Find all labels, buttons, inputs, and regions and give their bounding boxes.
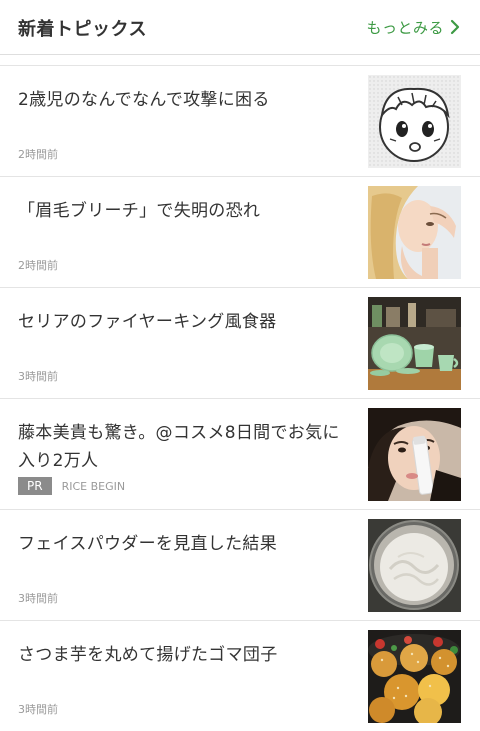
topic-meta: 2時間前 [18, 257, 58, 273]
topic-title: セリアのファイヤーキング風食器 [18, 312, 277, 332]
topic-meta: 3時間前 [18, 701, 58, 717]
topic-time: 2時間前 [18, 259, 58, 272]
topic-meta: PR RICE BEGIN [18, 477, 125, 495]
topic-title: さつま芋を丸めて揚げたゴマ団子 [18, 645, 278, 665]
topic-thumbnail-photo [368, 408, 461, 501]
topic-title: 藤本美貴も驚き。@コスメ8日間でお気に入り2万人 [18, 423, 340, 471]
sponsor-name: RICE BEGIN [61, 479, 126, 493]
topic-thumbnail-photo [368, 630, 461, 723]
topic-item[interactable]: フェイスパウダーを見直した結果 3時間前 [0, 509, 480, 620]
topic-thumbnail-photo [368, 519, 461, 612]
topic-item[interactable]: セリアのファイヤーキング風食器 3時間前 [0, 287, 480, 398]
topic-item[interactable]: さつま芋を丸めて揚げたゴマ団子 3時間前 [0, 620, 480, 731]
topic-meta: 3時間前 [18, 590, 58, 606]
topic-title: フェイスパウダーを見直した結果 [18, 534, 277, 554]
more-link-label: もっとみる [366, 18, 444, 37]
topic-item[interactable]: 「眉毛ブリーチ」で失明の恐れ 2時間前 [0, 176, 480, 287]
topic-thumbnail-illustration [368, 75, 461, 168]
topic-time: 3時間前 [18, 592, 58, 605]
topic-title: 2歳児のなんでなんで攻撃に困る [18, 90, 270, 110]
topic-thumbnail-photo [368, 186, 461, 279]
topic-time: 3時間前 [18, 370, 58, 383]
topic-item[interactable]: 2歳児のなんでなんで攻撃に困る 2時間前 [0, 65, 480, 176]
topic-thumbnail-photo [368, 297, 461, 390]
section-title: 新着トピックス [18, 19, 147, 40]
pr-badge: PR [18, 477, 52, 495]
more-link[interactable]: もっとみる [366, 14, 460, 40]
chevron-right-icon [450, 19, 460, 35]
section-header: 新着トピックス もっとみる [0, 0, 480, 55]
topic-meta: 2時間前 [18, 146, 58, 162]
topic-item-sponsored[interactable]: 藤本美貴も驚き。@コスメ8日間でお気に入り2万人 PR RICE BEGIN [0, 398, 480, 509]
topic-time: 3時間前 [18, 703, 58, 716]
topic-meta: 3時間前 [18, 368, 58, 384]
topic-time: 2時間前 [18, 148, 58, 161]
topic-title: 「眉毛ブリーチ」で失明の恐れ [18, 201, 261, 221]
